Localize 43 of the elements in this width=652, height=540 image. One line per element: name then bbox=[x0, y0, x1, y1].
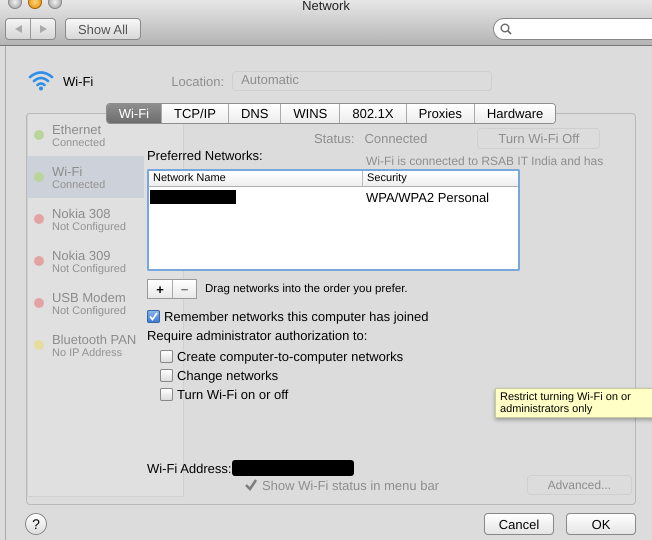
drag-hint: Drag networks into the order you prefer. bbox=[205, 283, 408, 295]
checkbox-label: Remember networks this computer has joined bbox=[164, 309, 428, 324]
show-all-button[interactable]: Show All bbox=[65, 18, 141, 40]
checkbox-label: Change networks bbox=[177, 368, 278, 383]
checkbox[interactable] bbox=[160, 369, 173, 382]
search-icon bbox=[500, 23, 512, 35]
window-title: Network bbox=[302, 0, 350, 13]
table-cell: WPA/WPA2 Personal bbox=[366, 190, 490, 204]
location-label: Location: bbox=[171, 74, 224, 88]
checkbox[interactable] bbox=[147, 310, 160, 323]
search-field[interactable] bbox=[493, 18, 652, 40]
tooltip: Restrict turning Wi-Fi on or administrators only bbox=[495, 388, 652, 418]
tab[interactable]: 802.1X bbox=[339, 104, 406, 123]
wifi-icon bbox=[27, 69, 55, 93]
show-status-checkbox[interactable] bbox=[244, 478, 258, 492]
tab[interactable]: TCP/IP bbox=[161, 104, 228, 123]
column-header[interactable]: Security bbox=[362, 171, 411, 186]
tab[interactable]: Hardware bbox=[474, 104, 556, 123]
checkbox[interactable] bbox=[160, 350, 173, 363]
column-header[interactable]: Network Name bbox=[149, 171, 362, 186]
back-arrow-icon bbox=[14, 25, 22, 33]
checkbox[interactable] bbox=[160, 388, 173, 401]
back-forward-control[interactable] bbox=[5, 18, 56, 40]
cancel-button[interactable]: Cancel bbox=[484, 513, 554, 535]
status-note: Wi-Fi is connected to RSAB IT India and has bbox=[366, 154, 604, 168]
ok-button[interactable]: OK bbox=[566, 513, 636, 535]
status-label: Status: bbox=[314, 131, 354, 146]
checkbox-label: Turn Wi-Fi on or off bbox=[177, 387, 288, 402]
forward-arrow-icon bbox=[40, 25, 46, 33]
preferred-networks-label: Preferred Networks: bbox=[147, 148, 263, 163]
status-value: Connected bbox=[364, 131, 428, 146]
tab[interactable]: WINS bbox=[280, 104, 340, 123]
remove-button[interactable]: − bbox=[172, 280, 196, 298]
tab[interactable]: Proxies bbox=[406, 104, 474, 123]
service-name: Wi-Fi bbox=[63, 74, 94, 88]
wifi-address-label: Wi-Fi Address: bbox=[147, 460, 232, 476]
help-button[interactable]: ? bbox=[25, 513, 47, 535]
tab[interactable]: Wi-Fi bbox=[106, 104, 162, 123]
tab[interactable]: DNS bbox=[228, 104, 280, 123]
show-status-label: Show Wi-Fi status in menu bar bbox=[262, 478, 440, 492]
checkbox-label: Create computer-to-computer networks bbox=[177, 349, 404, 364]
require-label: Require administrator authorization to: bbox=[147, 328, 368, 343]
add-button[interactable]: + bbox=[148, 280, 172, 298]
